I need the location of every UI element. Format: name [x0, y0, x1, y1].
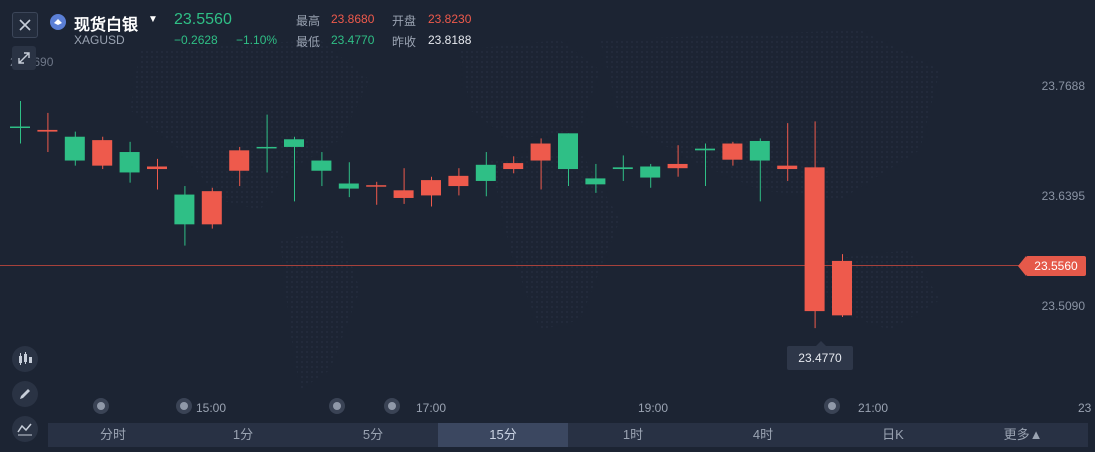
candle: [366, 181, 387, 205]
candle: [804, 121, 825, 329]
candlestick-chart[interactable]: 23.7688 23.6395 23.5090: [0, 0, 1095, 420]
candle-body: [338, 183, 359, 189]
event-marker[interactable]: [824, 398, 840, 414]
candle-body: [667, 163, 688, 169]
tab-more[interactable]: 更多▲: [958, 423, 1088, 447]
candle: [64, 131, 85, 166]
candle-body: [366, 185, 387, 187]
candle: [256, 114, 277, 173]
candle-body: [722, 143, 743, 160]
candle-body: [64, 136, 85, 161]
low-price-marker: 23.4770: [787, 341, 853, 370]
candle: [530, 138, 551, 190]
candle-body: [284, 139, 304, 147]
candle-body: [10, 126, 30, 129]
x-tick-label: 15:00: [196, 401, 227, 415]
candle: [558, 133, 578, 187]
y-tick-label: 23.6395: [1042, 189, 1086, 203]
candle: [37, 112, 58, 153]
candle: [201, 187, 222, 229]
candle-body: [229, 150, 250, 171]
candle: [421, 176, 441, 207]
candle-body: [612, 167, 633, 170]
candle-body: [421, 180, 441, 196]
candle-body: [749, 140, 770, 161]
candle-body: [119, 152, 140, 173]
candle: [585, 163, 606, 193]
draw-tool-button[interactable]: [12, 381, 38, 407]
tab-4hour[interactable]: 4时: [698, 423, 828, 447]
y-tick-label: 23.5090: [1042, 299, 1086, 313]
candle-body: [37, 129, 58, 132]
candle-body: [777, 165, 798, 170]
candle: [722, 141, 743, 166]
tab-15min[interactable]: 15分: [438, 423, 568, 447]
candle: [777, 123, 798, 181]
x-tick-label: 19:00: [638, 401, 669, 415]
candle: [229, 146, 250, 187]
candle: [10, 100, 30, 144]
candle: [338, 162, 359, 198]
event-marker[interactable]: [176, 398, 192, 414]
candle-body: [558, 133, 578, 170]
candle-body: [174, 194, 195, 225]
candle: [695, 143, 715, 187]
candle: [284, 136, 304, 202]
x-tick-label: 23: [1078, 401, 1092, 415]
candle: [92, 136, 113, 170]
event-marker[interactable]: [329, 398, 345, 414]
candle-body: [311, 160, 332, 171]
x-tick-label: 21:00: [858, 401, 889, 415]
candle: [393, 168, 414, 204]
candle-body: [147, 166, 167, 170]
pencil-icon: [20, 389, 30, 399]
tab-timeshare[interactable]: 分时: [48, 423, 178, 447]
candle: [311, 152, 332, 187]
candle: [667, 145, 688, 177]
candle: [749, 138, 770, 202]
candle-body: [503, 163, 524, 170]
candle-body: [448, 175, 469, 187]
candle-body: [475, 164, 496, 181]
tab-5min[interactable]: 5分: [308, 423, 438, 447]
candle-body: [201, 191, 222, 225]
candle-body: [530, 143, 551, 161]
candle: [832, 254, 852, 318]
candle-body: [695, 148, 715, 151]
candle: [448, 168, 469, 196]
line-chart-icon: [17, 423, 32, 436]
period-selector: 分时 1分 5分 15分 1时 4时 日K 更多▲: [48, 423, 1088, 447]
current-price-tag: 23.5560: [1018, 256, 1086, 276]
candle-body: [393, 190, 414, 198]
candle: [147, 158, 167, 190]
candlestick-tool-icon: [19, 352, 32, 365]
line-tool-button[interactable]: [12, 416, 38, 442]
indicator-tool-button[interactable]: [12, 346, 38, 372]
event-marker[interactable]: [93, 398, 109, 414]
x-tick-label: 17:00: [416, 401, 447, 415]
event-marker[interactable]: [384, 398, 400, 414]
candle: [612, 155, 633, 181]
tab-1hour[interactable]: 1时: [568, 423, 698, 447]
candle: [119, 141, 140, 183]
tab-daily[interactable]: 日K: [828, 423, 958, 447]
candle-body: [92, 140, 113, 166]
y-tick-label: 23.7688: [1042, 79, 1086, 93]
candle: [174, 186, 195, 246]
candle-body: [585, 178, 606, 185]
candle: [503, 156, 524, 174]
candle-body: [640, 166, 661, 178]
candle: [640, 163, 661, 188]
candle-body: [256, 146, 277, 149]
candle: [475, 152, 496, 197]
candle-body: [832, 260, 852, 316]
candle-body: [804, 167, 825, 312]
tab-1min[interactable]: 1分: [178, 423, 308, 447]
